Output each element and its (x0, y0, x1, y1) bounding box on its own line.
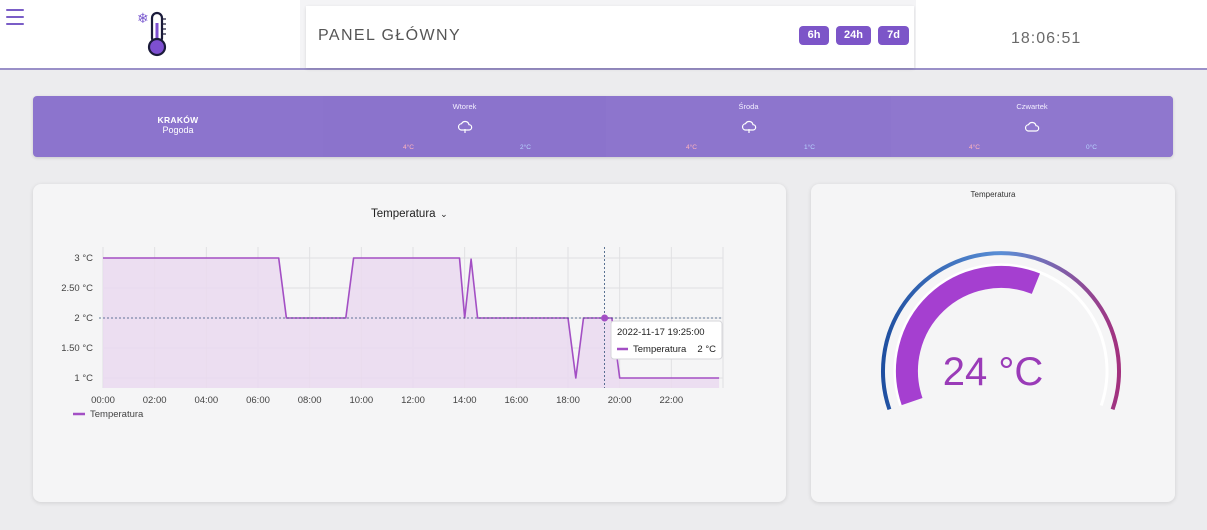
hover-point[interactable] (601, 314, 609, 322)
x-tick-label: 20:00 (608, 395, 632, 406)
weather-day-name: Wtorek (452, 102, 477, 111)
top-bar: ❄ PANEL GŁÓWNY 6h 24h 7d 18:06:51 (0, 0, 1207, 70)
weather-low: 1°C (804, 144, 815, 151)
weather-city: KRAKÓW (157, 115, 199, 125)
y-tick-label: 1.50 °C (61, 343, 93, 354)
menu-icon[interactable] (6, 9, 24, 25)
range-7d-button[interactable]: 7d (878, 26, 909, 45)
x-tick-label: 16:00 (504, 395, 528, 406)
temperature-gauge-card: Temperatura 24 °C (811, 184, 1175, 502)
x-tick-label: 08:00 (298, 395, 322, 406)
range-24h-button[interactable]: 24h (836, 26, 871, 45)
x-tick-label: 22:00 (659, 395, 683, 406)
chart-tooltip: 2022-11-17 19:25:00 Temperatura 2 °C (610, 320, 723, 360)
weather-low: 0°C (1086, 144, 1097, 151)
x-tick-label: 14:00 (453, 395, 477, 406)
x-tick-label: 02:00 (143, 395, 167, 406)
temperature-chart[interactable]: 1 °C 1.50 °C 2 °C 2.50 °C 3 °C 00:00 02:00 04:0… (33, 184, 786, 502)
tooltip-value: 2 °C (697, 344, 716, 355)
weather-day-name: Środa (738, 102, 759, 111)
weather-day: Wtorek 4°C 2°C (323, 96, 606, 157)
weather-high: 4°C (969, 144, 980, 151)
weather-high: 4°C (686, 144, 697, 151)
cloud-rain-icon (741, 120, 756, 133)
chart-legend[interactable]: Temperatura (73, 409, 144, 420)
weather-location: KRAKÓW Pogoda (33, 115, 323, 135)
title-panel: PANEL GŁÓWNY 6h 24h 7d (306, 6, 914, 68)
gauge-value: 24 °C (942, 350, 1044, 394)
page-title: PANEL GŁÓWNY (318, 27, 462, 44)
x-tick-label: 12:00 (401, 395, 425, 406)
temperature-gauge (881, 251, 1121, 411)
weather-high: 4°C (403, 144, 414, 151)
weather-forecast-bar: KRAKÓW Pogoda Wtorek 4°C 2°C Środa 4°C 1… (33, 96, 1173, 157)
svg-text:❄: ❄ (137, 11, 149, 27)
cloud-icon (1024, 121, 1040, 132)
y-tick-label: 2.50 °C (61, 283, 93, 294)
thermometer-logo-icon: ❄ (137, 11, 167, 57)
cloud-rain-icon (457, 120, 472, 133)
x-tick-label: 00:00 (91, 395, 115, 406)
weather-day-name: Czwartek (1016, 102, 1048, 111)
y-tick-label: 3 °C (74, 253, 93, 264)
legend-label: Temperatura (90, 409, 144, 420)
clock: 18:06:51 (1011, 30, 1082, 47)
logo-box: ❄ (0, 0, 300, 68)
temperature-chart-card: Temperatura ⌄ 1 °C 1.50 °C 2 °C 2.50 °C 3 °C… (33, 184, 786, 502)
x-tick-label: 10:00 (349, 395, 373, 406)
x-tick-label: 06:00 (246, 395, 270, 406)
weather-day: Środa 4°C 1°C (606, 96, 891, 157)
weather-subtitle: Pogoda (162, 125, 194, 135)
x-tick-label: 18:00 (556, 395, 580, 406)
range-6h-button[interactable]: 6h (799, 26, 829, 45)
x-tick-label: 04:00 (194, 395, 218, 406)
clock-panel: 18:06:51 (916, 0, 1207, 68)
weather-low: 2°C (520, 144, 531, 151)
weather-day: Czwartek 4°C 0°C (891, 96, 1173, 157)
tooltip-series: Temperatura (633, 344, 687, 355)
tooltip-time: 2022-11-17 19:25:00 (617, 327, 705, 338)
y-tick-label: 1 °C (74, 373, 93, 384)
y-tick-label: 2 °C (74, 313, 93, 324)
